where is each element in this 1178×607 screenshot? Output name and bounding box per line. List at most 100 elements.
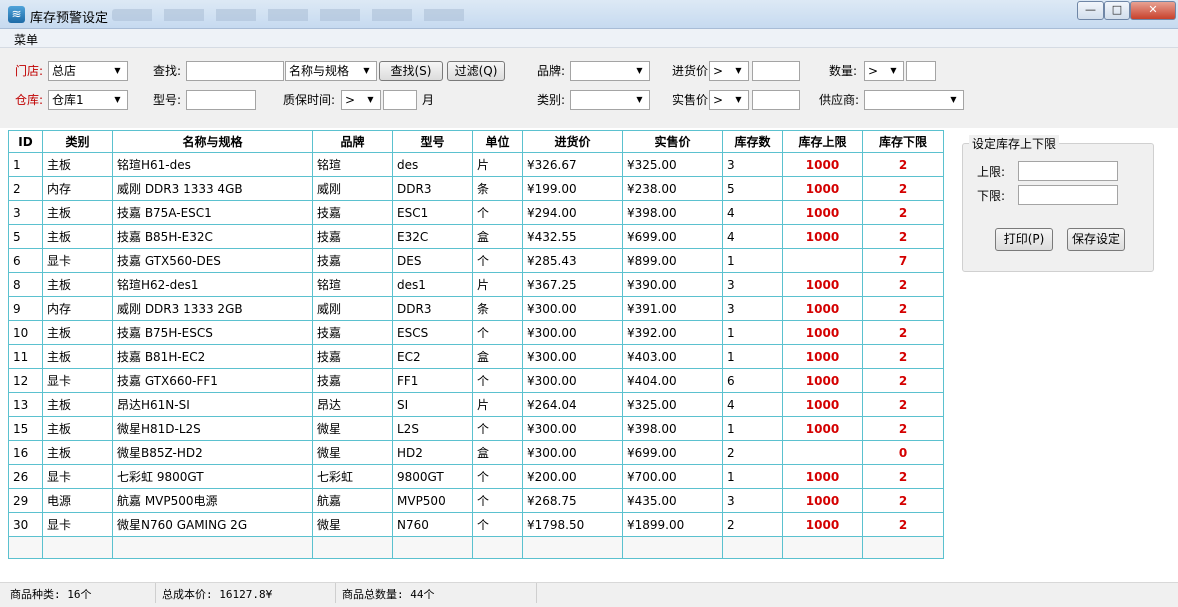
cell-upper-limit[interactable]: 1000	[782, 224, 863, 249]
cell-category[interactable]: 主板	[42, 200, 113, 225]
column-header[interactable]: 库存数	[722, 130, 783, 153]
cell-brand[interactable]: 铭瑄	[312, 272, 393, 297]
cell-purchase-price[interactable]: ¥300.00	[522, 296, 623, 321]
cell-lower-limit[interactable]: 2	[862, 152, 944, 177]
cell-lower-limit[interactable]: 2	[862, 176, 944, 201]
cell-lower-limit[interactable]: 7	[862, 248, 944, 273]
cell-id[interactable]: 6	[8, 248, 43, 273]
column-header[interactable]: 进货价	[522, 130, 623, 153]
cell-category[interactable]: 电源	[42, 488, 113, 513]
cell-unit[interactable]: 个	[472, 320, 523, 345]
cell-name[interactable]: 威刚 DDR3 1333 2GB	[112, 296, 313, 321]
cell-upper-limit[interactable]	[782, 248, 863, 273]
cell-upper-limit[interactable]: 1000	[782, 368, 863, 393]
cell-upper-limit[interactable]: 1000	[782, 152, 863, 177]
cell-purchase-price[interactable]: ¥432.55	[522, 224, 623, 249]
cell-name[interactable]: 微星H81D-L2S	[112, 416, 313, 441]
cell-name[interactable]: 微星N760 GAMING 2G	[112, 512, 313, 537]
cell-lower-limit[interactable]: 2	[862, 392, 944, 417]
cell-unit[interactable]: 盒	[472, 224, 523, 249]
cell-stock[interactable]: 1	[722, 416, 783, 441]
cell-purchase-price[interactable]: ¥1798.50	[522, 512, 623, 537]
cell-id[interactable]: 3	[8, 200, 43, 225]
cell-sale-price[interactable]: ¥398.00	[622, 200, 723, 225]
cell-upper-limit[interactable]: 1000	[782, 512, 863, 537]
cell-brand[interactable]: 技嘉	[312, 368, 393, 393]
cell-purchase-price[interactable]: ¥326.67	[522, 152, 623, 177]
cell-purchase-price[interactable]: ¥300.00	[522, 440, 623, 465]
cell-purchase-price[interactable]: ¥199.00	[522, 176, 623, 201]
cell-category[interactable]: 显卡	[42, 512, 113, 537]
cell-upper-limit[interactable]: 1000	[782, 464, 863, 489]
cell-upper-limit[interactable]	[782, 440, 863, 465]
cell-model[interactable]: L2S	[392, 416, 473, 441]
cell-unit[interactable]: 盒	[472, 440, 523, 465]
cell-category[interactable]: 主板	[42, 392, 113, 417]
search-button[interactable]: 查找(S)	[379, 61, 443, 81]
supplier-select[interactable]: ▼	[864, 90, 964, 110]
cell-upper-limit[interactable]: 1000	[782, 176, 863, 201]
column-header[interactable]: 品牌	[312, 130, 393, 153]
table-row[interactable]: 11 主板 技嘉 B81H-EC2 技嘉 EC2 盒 ¥300.00 ¥403.00 1 1000…	[8, 344, 944, 369]
cell-unit[interactable]: 条	[472, 296, 523, 321]
cell-name[interactable]: 铭瑄H61-des	[112, 152, 313, 177]
quantity-op-select[interactable]: > ▼	[864, 61, 904, 81]
cell-id[interactable]: 1	[8, 152, 43, 177]
cell-category[interactable]: 主板	[42, 320, 113, 345]
cell-brand[interactable]: 技嘉	[312, 320, 393, 345]
cell-upper-limit[interactable]: 1000	[782, 296, 863, 321]
cell-lower-limit[interactable]: 2	[862, 368, 944, 393]
cell-unit[interactable]: 个	[472, 368, 523, 393]
cell-sale-price[interactable]: ¥1899.00	[622, 512, 723, 537]
cell-model[interactable]: DES	[392, 248, 473, 273]
cell-brand[interactable]: 微星	[312, 416, 393, 441]
cell-unit[interactable]: 个	[472, 248, 523, 273]
cell-category[interactable]: 显卡	[42, 248, 113, 273]
cell-brand[interactable]: 技嘉	[312, 200, 393, 225]
table-row[interactable]: 13 主板 昂达H61N-SI 昂达 SI 片 ¥264.04 ¥325.00 4 1000 2	[8, 392, 944, 417]
cell-model[interactable]: N760	[392, 512, 473, 537]
cell-stock[interactable]: 1	[722, 248, 783, 273]
column-header[interactable]: 类别	[42, 130, 113, 153]
cell-sale-price[interactable]: ¥699.00	[622, 224, 723, 249]
upper-limit-input[interactable]	[1018, 161, 1118, 181]
cell-name[interactable]: 技嘉 B75H-ESCS	[112, 320, 313, 345]
sale-price-input[interactable]	[752, 90, 800, 110]
cell-purchase-price[interactable]: ¥294.00	[522, 200, 623, 225]
cell-id[interactable]: 12	[8, 368, 43, 393]
cell-category[interactable]: 主板	[42, 152, 113, 177]
cell-id[interactable]: 16	[8, 440, 43, 465]
cell-unit[interactable]: 片	[472, 272, 523, 297]
cell-sale-price[interactable]: ¥700.00	[622, 464, 723, 489]
cell-category[interactable]: 主板	[42, 344, 113, 369]
cell-name[interactable]: 技嘉 GTX660-FF1	[112, 368, 313, 393]
cell-lower-limit[interactable]: 2	[862, 512, 944, 537]
search-input[interactable]	[186, 61, 284, 81]
cell-category[interactable]: 显卡	[42, 368, 113, 393]
cell-brand[interactable]: 技嘉	[312, 248, 393, 273]
save-settings-button[interactable]: 保存设定	[1067, 228, 1125, 251]
cell-id[interactable]: 26	[8, 464, 43, 489]
empty-cell[interactable]	[862, 536, 944, 559]
cell-name[interactable]: 技嘉 GTX560-DES	[112, 248, 313, 273]
warehouse-select[interactable]: 仓库1 ▼	[48, 90, 128, 110]
cell-sale-price[interactable]: ¥699.00	[622, 440, 723, 465]
empty-cell[interactable]	[112, 536, 313, 559]
cell-model[interactable]: SI	[392, 392, 473, 417]
column-header[interactable]: 库存上限	[782, 130, 863, 153]
table-row[interactable]: 30 显卡 微星N760 GAMING 2G 微星 N760 个 ¥1798.50 ¥1899…	[8, 512, 944, 537]
cell-unit[interactable]: 个	[472, 200, 523, 225]
column-header[interactable]: 库存下限	[862, 130, 944, 153]
cell-id[interactable]: 15	[8, 416, 43, 441]
cell-name[interactable]: 威刚 DDR3 1333 4GB	[112, 176, 313, 201]
cell-sale-price[interactable]: ¥391.00	[622, 296, 723, 321]
cell-unit[interactable]: 片	[472, 392, 523, 417]
cell-model[interactable]: HD2	[392, 440, 473, 465]
cell-category[interactable]: 内存	[42, 176, 113, 201]
cell-unit[interactable]: 盒	[472, 344, 523, 369]
cell-brand[interactable]: 微星	[312, 512, 393, 537]
cell-brand[interactable]: 微星	[312, 440, 393, 465]
close-button[interactable]: ✕	[1130, 1, 1176, 20]
cell-id[interactable]: 11	[8, 344, 43, 369]
table-row[interactable]: 26 显卡 七彩虹 9800GT 七彩虹 9800GT 个 ¥200.00 ¥700.00 1 1…	[8, 464, 944, 489]
